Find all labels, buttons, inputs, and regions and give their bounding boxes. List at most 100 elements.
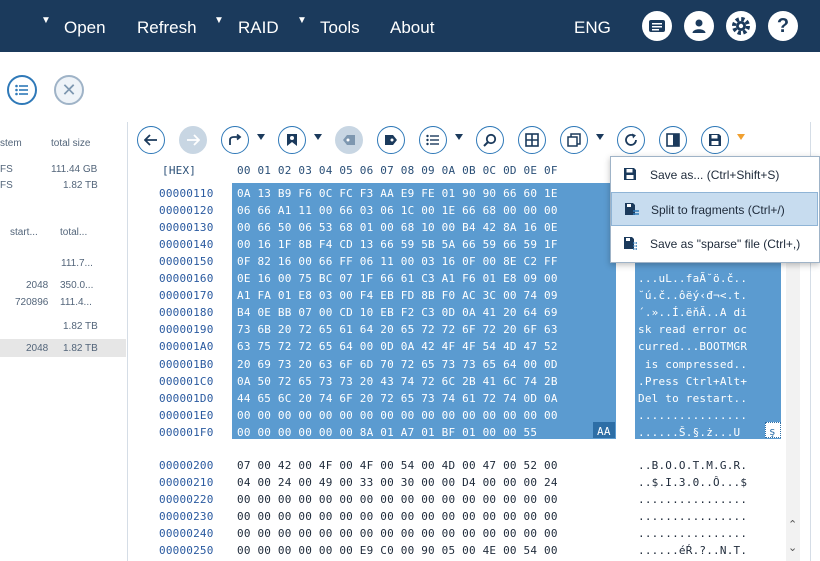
settings-gear-icon[interactable] (726, 11, 756, 41)
save-as-label: Save as... (Ctrl+Shift+S) (650, 168, 780, 182)
split-view-icon[interactable] (659, 126, 687, 154)
ascii-row[interactable]: is compressed.. (638, 358, 747, 371)
back-arrow-icon[interactable] (137, 126, 165, 154)
hex-row[interactable]: 44 65 6C 20 74 6F 20 72 65 73 74 61 72 7… (237, 392, 558, 405)
hex-row[interactable]: 04 00 24 00 49 00 33 00 30 00 00 D4 00 0… (237, 476, 558, 489)
save-dropdown-menu: Save as... (Ctrl+Shift+S) Split to fragm… (610, 156, 820, 263)
list-view-icon[interactable] (7, 75, 37, 105)
offset-label: 00000160 (159, 272, 214, 286)
ascii-row[interactable]: ......éŔ.?..N.T. (638, 544, 747, 557)
ascii-row[interactable]: ................ (638, 510, 747, 523)
region-total: 111.7... (61, 258, 93, 269)
ascii-row[interactable]: ................ (638, 527, 747, 540)
reload-icon[interactable] (617, 126, 645, 154)
forward-arrow-icon[interactable] (179, 126, 207, 154)
user-icon[interactable] (684, 11, 714, 41)
ascii-row[interactable]: ...uL..faÃ˘ö.č.. (638, 272, 747, 285)
menu-save-sparse[interactable]: Save as "sparse" file (Ctrl+,) (611, 227, 819, 261)
offset-label: 00000110 (159, 187, 214, 200)
ascii-row[interactable]: ................ (638, 409, 747, 422)
language-selector[interactable]: ENG (574, 0, 611, 52)
offset-label: 000001B0 (159, 357, 214, 371)
previous-tag-icon[interactable] (335, 126, 363, 154)
hex-row[interactable]: 00 00 00 00 00 00 00 00 00 00 00 00 00 0… (237, 409, 558, 422)
raid-dropdown-arrow-icon[interactable]: ▼ (214, 15, 224, 26)
region-start: 2048 (26, 280, 49, 291)
ascii-row[interactable]: Del to restart.. (638, 392, 747, 405)
ascii-row[interactable]: ................ (638, 493, 747, 506)
search-icon[interactable] (476, 126, 504, 154)
ascii-last-char[interactable]: ş (769, 425, 776, 438)
hex-row[interactable]: 00 00 00 00 00 00 E9 C0 00 90 05 00 4E 0… (237, 544, 558, 557)
hex-row[interactable]: 20 69 73 20 63 6F 6D 70 72 65 73 73 65 6… (237, 358, 558, 371)
region-total: 1.82 TB (63, 321, 98, 332)
hex-row[interactable]: 00 66 50 06 53 68 01 00 68 10 00 B4 42 8… (237, 221, 558, 234)
hex-row[interactable]: 63 75 72 72 65 64 00 0D 0A 42 4F 4F 54 4… (237, 340, 558, 353)
scroll-down-icon[interactable]: ⌄ (788, 541, 797, 554)
ascii-row[interactable]: ..$.I.3.0..Ô...$ (638, 476, 747, 489)
hex-column-header: 00 01 02 03 04 05 06 07 08 09 0A 0B 0C 0… (237, 164, 558, 177)
hex-row[interactable]: 0F 82 16 00 66 FF 06 11 00 03 16 0F 00 8… (237, 255, 558, 268)
next-tag-icon[interactable] (377, 126, 405, 154)
hex-row[interactable]: 0E 16 00 75 BC 07 1F 66 61 C3 A1 F6 01 E… (237, 272, 558, 285)
hex-row[interactable]: 07 00 42 00 4F 00 4F 00 54 00 4D 00 47 0… (237, 459, 558, 472)
hex-row[interactable]: 00 16 1F 8B F4 CD 13 66 59 5B 5A 66 59 6… (237, 238, 558, 251)
ascii-row[interactable]: curred...BOOTMGR (638, 340, 747, 353)
hex-row[interactable]: 0A 50 72 65 73 73 20 43 74 72 6C 2B 41 6… (237, 375, 558, 388)
open-dropdown-arrow-icon[interactable]: ▼ (41, 15, 51, 26)
partition-size: 1.82 TB (63, 180, 98, 191)
left-panel: ✕ stem total size FS 111.44 GB FS 1.82 T… (0, 52, 127, 561)
menu-split-to-fragments[interactable]: Split to fragments (Ctrl+/) (611, 192, 818, 226)
menu-about[interactable]: About (390, 0, 434, 52)
hex-row[interactable]: 0A 13 B9 F6 0C FC F3 AA E9 FE 01 90 90 6… (237, 187, 558, 200)
list-caret-icon[interactable] (455, 134, 463, 140)
hex-row[interactable]: 06 66 A1 11 00 66 03 06 1C 00 1E 66 68 0… (237, 204, 558, 217)
menu-open[interactable]: Open (64, 0, 106, 52)
list-icon[interactable] (419, 126, 447, 154)
menu-save-as[interactable]: Save as... (Ctrl+Shift+S) (611, 158, 819, 192)
partition-fs: FS (0, 180, 13, 191)
region-total: 1.82 TB (63, 343, 98, 354)
ascii-row[interactable]: ..B.O.O.T.M.G.R. (638, 459, 747, 472)
offset-label: 00000200 (159, 459, 214, 472)
goto-icon[interactable] (221, 126, 249, 154)
bookmark-caret-icon[interactable] (314, 134, 322, 140)
help-icon[interactable]: ? (768, 11, 798, 41)
ascii-row[interactable]: ......Š.§.ż...U (638, 426, 740, 439)
offset-label: 00000140 (159, 238, 214, 252)
goto-caret-icon[interactable] (257, 134, 265, 140)
copy-caret-icon[interactable] (596, 134, 604, 140)
save-icon[interactable] (701, 126, 729, 154)
offset-label: 00000220 (159, 493, 214, 507)
copy-icon[interactable] (560, 126, 588, 154)
ascii-row[interactable]: ´.»..Í.ëňĂ..A di (638, 306, 747, 319)
message-icon[interactable] (642, 11, 672, 41)
hex-row[interactable]: 00 00 00 00 00 00 00 00 00 00 00 00 00 0… (237, 510, 558, 523)
ascii-row[interactable]: ˘ú.č..ôëý‹đ¬<.t. (638, 289, 747, 302)
offset-label: 00000170 (159, 289, 214, 303)
menu-refresh[interactable]: Refresh (137, 0, 197, 52)
tools-dropdown-arrow-icon[interactable]: ▼ (297, 15, 307, 26)
hex-row[interactable]: 00 00 00 00 00 00 8A 01 A7 01 BF 01 00 0… (237, 426, 537, 439)
ascii-row[interactable]: .Press Ctrl+Alt+ (638, 375, 747, 388)
ascii-row[interactable]: sk read error oc (638, 323, 747, 336)
offset-label: 00000120 (159, 204, 214, 218)
hex-last-byte[interactable]: AA (597, 425, 611, 438)
menu-tools[interactable]: Tools (320, 0, 360, 52)
save-caret-icon[interactable] (737, 134, 745, 140)
close-icon[interactable]: ✕ (54, 75, 84, 105)
menu-raid[interactable]: RAID (238, 0, 279, 52)
hex-row[interactable]: 73 6B 20 72 65 61 64 20 65 72 72 6F 72 2… (237, 323, 558, 336)
bookmark-icon[interactable] (278, 126, 306, 154)
scroll-up-icon[interactable]: ⌃ (788, 518, 797, 531)
hex-row[interactable]: 00 00 00 00 00 00 00 00 00 00 00 00 00 0… (237, 493, 558, 506)
top-menu-bar: ▼ Open Refresh ▼ RAID ▼ Tools About ENG … (0, 0, 820, 52)
selected-region-row[interactable]: 2048 1.82 TB (0, 339, 126, 357)
offset-label: 000001E0 (159, 408, 214, 422)
grid-view-icon[interactable] (518, 126, 546, 154)
hex-row[interactable]: 00 00 00 00 00 00 00 00 00 00 00 00 00 0… (237, 527, 558, 540)
region-start: 720896 (15, 297, 49, 308)
hex-row[interactable]: B4 0E BB 07 00 CD 10 EB F2 C3 0D 0A 41 2… (237, 306, 558, 319)
save-sparse-label: Save as "sparse" file (Ctrl+,) (650, 237, 801, 251)
hex-row[interactable]: A1 FA 01 E8 03 00 F4 EB FD 8B F0 AC 3C 0… (237, 289, 558, 302)
